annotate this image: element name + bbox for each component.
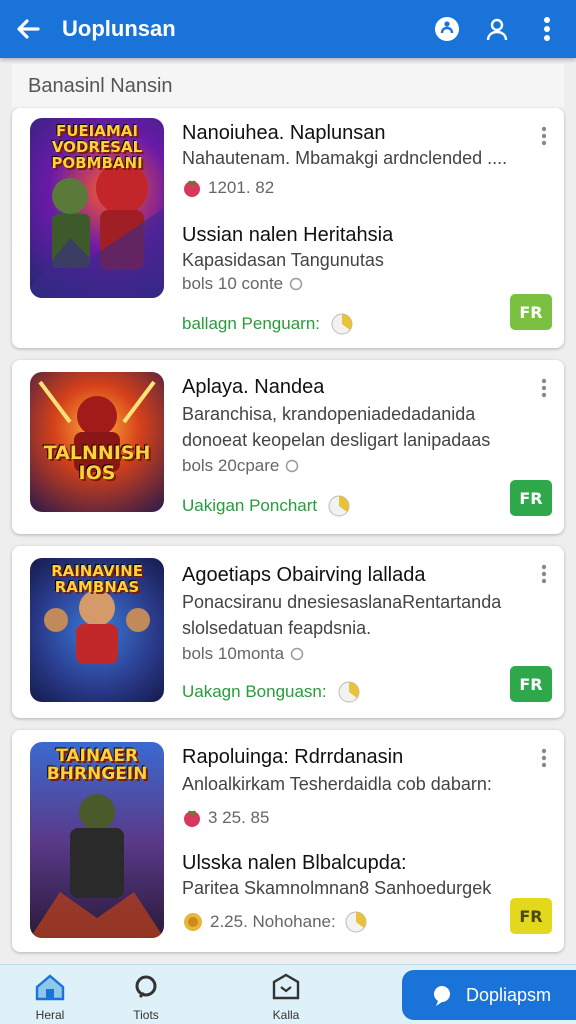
thumbnail-title: TALNNISH IOS: [43, 442, 151, 484]
thumbnail-title: FUEIAMAI VODRESAL POBMBANI: [51, 122, 143, 172]
card-description: Nahautenam. Mbamakgi ardnclended ....: [182, 148, 508, 168]
card-subline: Paritea Skamnolmnan8 Sanhoedurgek: [182, 878, 492, 898]
card-action-text[interactable]: Uakagn Bonguasn:: [182, 682, 327, 702]
account-switch-icon[interactable]: [430, 12, 464, 46]
more-vert-icon[interactable]: [540, 564, 550, 584]
card-description: Ponacsiranu dnesiesaslanaRentartanda: [182, 592, 502, 612]
card-title: Rapoluinga: Rdrrdanasin: [182, 746, 404, 768]
app-thumbnail[interactable]: TALNNISH IOS: [30, 372, 164, 512]
install-badge[interactable]: FR: [510, 294, 552, 330]
card-title: Aplaya. Nandea: [182, 376, 325, 398]
app-card-2[interactable]: TALNNISH IOS Aplaya. Nandea Baranchisa, …: [12, 360, 564, 534]
card-description: Baranchisa, krandopeniadedadanida: [182, 404, 476, 424]
rating-icon: [184, 810, 200, 827]
app-card-3[interactable]: RAINAVINE RAMBNAS Agoetiaps Obairving la…: [12, 546, 564, 718]
back-arrow-icon[interactable]: [12, 13, 44, 45]
home-icon: [35, 974, 65, 1001]
section-header: Banasinl Nansin: [12, 64, 564, 108]
search-icon: [135, 975, 157, 999]
info-icon: [290, 647, 304, 661]
card-action-text[interactable]: Uakigan Ponchart: [182, 496, 317, 516]
floating-action-button[interactable]: Dopliapsm: [402, 970, 576, 1020]
pie-chart-icon: [331, 313, 353, 335]
more-vert-icon[interactable]: [540, 748, 550, 768]
more-vert-icon[interactable]: [540, 378, 550, 398]
info-icon: [289, 277, 303, 291]
nav-label: Heral: [35, 1008, 65, 1022]
card-action-text[interactable]: ballagn Penguarn:: [182, 314, 320, 334]
thumbnail-title: RAINAVINE RAMBNAS: [51, 562, 143, 596]
app-thumbnail[interactable]: TAINAER BHRNGEIN: [30, 742, 164, 938]
rating-value: 1201. 82: [208, 178, 275, 197]
fab-label: Dopliapsm: [466, 984, 552, 1005]
app-card-1[interactable]: FUEIAMAI VODRESAL POBMBANI Nanoiuhea. Na…: [12, 108, 564, 348]
card-meta: bols 10 conte: [182, 274, 284, 293]
install-badge[interactable]: FR: [510, 898, 552, 934]
nav-item-home[interactable]: Heral: [10, 973, 90, 1022]
nav-item-tiots[interactable]: Tiots: [106, 973, 186, 1022]
section-title: Banasinl Nansin: [28, 74, 173, 97]
more-vert-icon[interactable]: [530, 12, 564, 46]
app-thumbnail[interactable]: RAINAVINE RAMBNAS: [30, 558, 164, 702]
library-icon: [272, 973, 300, 1000]
card-description: Anloalkirkam Tesherdaidla cob dabarn:: [182, 774, 492, 794]
app-bar: Uoplunsan: [0, 0, 576, 58]
app-title: Uoplunsan: [62, 16, 176, 41]
thumbnail-title: TAINAER BHRNGEIN: [46, 746, 148, 784]
pie-chart-icon: [328, 495, 350, 517]
info-icon: [286, 459, 299, 473]
coin-icon: [184, 913, 202, 931]
card-subtitle: Ulsska nalen Blbalcupda:: [182, 852, 407, 874]
app-card-4[interactable]: TAINAER BHRNGEIN Rapoluinga: Rdrrdanasin…: [12, 730, 564, 952]
nav-item-kalla[interactable]: Kalla: [246, 973, 326, 1022]
card-description-2: donoeat keopelan desligart lanipadaas: [182, 430, 491, 450]
card-subline: Kapasidasan Tangunutas: [182, 250, 384, 270]
profile-icon[interactable]: [480, 12, 514, 46]
install-badge[interactable]: FR: [510, 480, 552, 516]
rating-value-2: 2.25. Nohohane:: [210, 912, 336, 931]
rating-icon: [184, 180, 200, 197]
card-meta: bols 20cpare: [182, 456, 280, 475]
rating-value: 3 25. 85: [208, 808, 270, 827]
card-subtitle: Ussian nalen Heritahsia: [182, 224, 394, 246]
card-title: Agoetiaps Obairving lallada: [182, 564, 426, 586]
nav-label: Kalla: [272, 1008, 300, 1022]
app-thumbnail[interactable]: FUEIAMAI VODRESAL POBMBANI: [30, 118, 164, 298]
pie-chart-icon: [345, 911, 367, 933]
install-badge[interactable]: FR: [510, 666, 552, 702]
chat-icon: [434, 986, 450, 1006]
card-meta: bols 10monta: [182, 644, 285, 663]
card-description-2: slolsedatuan feapdsnia.: [182, 618, 372, 638]
pie-chart-icon: [338, 681, 360, 703]
more-vert-icon[interactable]: [540, 126, 550, 146]
nav-label: Tiots: [133, 1008, 159, 1022]
card-title: Nanoiuhea. Naplunsan: [182, 122, 386, 144]
